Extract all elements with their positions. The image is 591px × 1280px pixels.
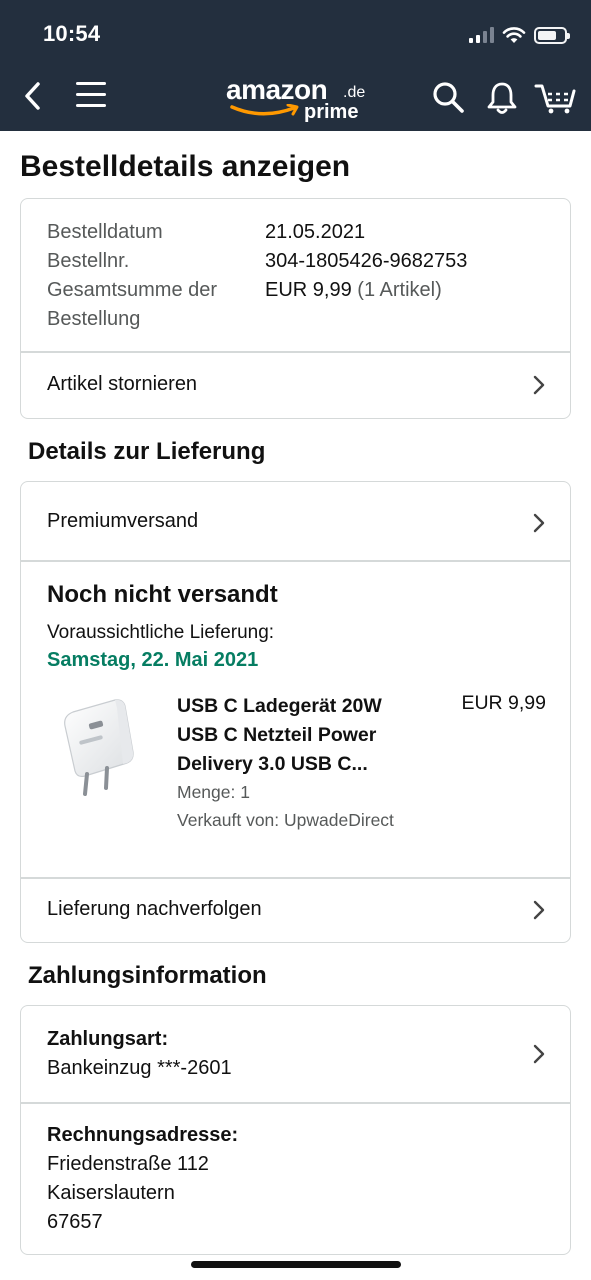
- payment-method-label: Zahlungsart:: [47, 1028, 169, 1050]
- logo-prime: prime: [304, 101, 359, 123]
- chevron-right-icon: [533, 375, 545, 395]
- status-icons: [469, 22, 570, 48]
- home-indicator[interactable]: [191, 1261, 401, 1268]
- smile-arrow-icon: [230, 104, 299, 116]
- shipment-status: Noch nicht versandt: [47, 581, 278, 608]
- menu-icon[interactable]: [76, 82, 106, 110]
- product-title-line3: Delivery 3.0 USB C...: [177, 753, 368, 775]
- billing-address-line3: 67657: [47, 1211, 103, 1233]
- payment-section-title: Zahlungsinformation: [28, 962, 267, 989]
- billing-address-line2: Kaiserslautern: [47, 1182, 175, 1204]
- delivery-section-title: Details zur Lieferung: [28, 438, 266, 465]
- order-total-value: EUR 9,99 (1 Artikel): [265, 279, 442, 302]
- product-title-line1: USB C Ladegerät 20W: [177, 695, 382, 717]
- billing-address-line1: Friedenstraße 112: [47, 1153, 209, 1175]
- cancel-items-row[interactable]: Artikel stornieren: [21, 352, 570, 418]
- order-summary-card: Bestelldatum 21.05.2021 Bestellnr. 304-1…: [20, 198, 571, 419]
- delivery-card: Premiumversand Noch nicht versandt Vorau…: [20, 481, 571, 943]
- chevron-right-icon: [533, 513, 545, 533]
- wifi-icon: [502, 27, 526, 43]
- amazon-prime-logo[interactable]: amazon .de prime: [226, 74, 376, 126]
- product-title[interactable]: USB C Ladegerät 20W USB C Netzteil Power…: [177, 692, 427, 779]
- order-number-value: 304-1805426-9682753: [265, 250, 468, 272]
- order-date-label: Bestelldatum: [47, 221, 163, 243]
- divider: [21, 1102, 570, 1104]
- app-header: 10:54 amazon .de prime: [0, 0, 591, 131]
- chevron-right-icon: [533, 900, 545, 920]
- order-total-label-line1: Gesamtsumme der: [47, 279, 218, 301]
- product-seller: Verkauft von: UpwadeDirect: [177, 810, 394, 830]
- battery-icon: [534, 26, 570, 44]
- back-icon[interactable]: [18, 78, 48, 114]
- expected-delivery-date: Samstag, 22. Mai 2021: [47, 649, 259, 671]
- cancel-items-label: Artikel stornieren: [47, 373, 198, 395]
- order-number-label: Bestellnr.: [47, 250, 130, 272]
- track-delivery-row[interactable]: Lieferung nachverfolgen: [21, 878, 570, 942]
- payment-method-row[interactable]: Zahlungsart: Bankeinzug ***-2601: [21, 1006, 570, 1102]
- search-icon[interactable]: [431, 80, 465, 114]
- product-quantity: Menge: 1: [177, 782, 250, 802]
- order-item-count: (1 Artikel): [357, 279, 442, 301]
- order-date-value: 21.05.2021: [265, 221, 366, 243]
- shipping-method-row[interactable]: Premiumversand: [21, 482, 570, 560]
- chevron-right-icon: [533, 1044, 545, 1064]
- expected-delivery-label: Voraussichtliche Lieferung:: [47, 622, 275, 643]
- page-title: Bestelldetails anzeigen: [20, 150, 351, 183]
- divider: [21, 560, 570, 562]
- bell-icon[interactable]: [486, 80, 518, 116]
- logo-tld: .de: [343, 84, 366, 101]
- payment-card: Zahlungsart: Bankeinzug ***-2601 Rechnun…: [20, 1005, 571, 1255]
- shipping-method-label: Premiumversand: [47, 510, 199, 532]
- billing-address-label: Rechnungsadresse:: [47, 1124, 239, 1146]
- cellular-signal-icon: [469, 27, 494, 43]
- cart-icon[interactable]: [534, 80, 576, 116]
- payment-method-value: Bankeinzug ***-2601: [47, 1057, 232, 1079]
- product-title-line2: USB C Netzteil Power: [177, 724, 377, 746]
- order-total-label-line2: Bestellung: [47, 308, 141, 330]
- product-image[interactable]: [49, 694, 145, 804]
- status-time: 10:54: [43, 21, 101, 46]
- track-delivery-label: Lieferung nachverfolgen: [47, 898, 262, 920]
- product-price: EUR 9,99: [461, 692, 546, 714]
- order-total-amount: EUR 9,99: [265, 279, 352, 301]
